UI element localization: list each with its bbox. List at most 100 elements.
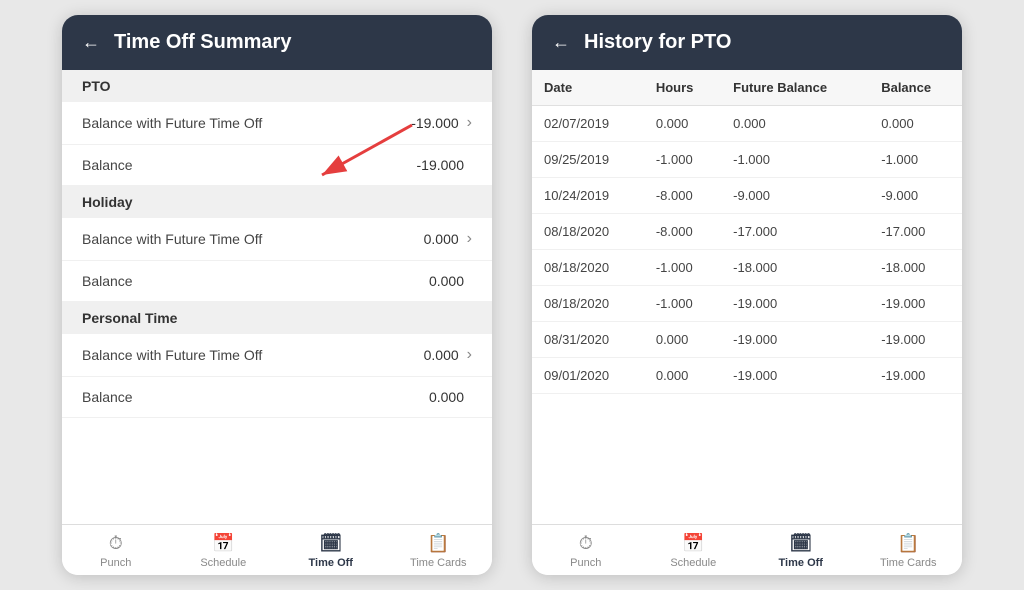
chevron-icon-holiday-bwfto[interactable]: ›: [467, 230, 472, 248]
col-header-hours: Hours: [644, 70, 721, 106]
cell-future_balance-1: -1.000: [721, 142, 869, 178]
cell-hours-4: -1.000: [644, 250, 721, 286]
left-nav-label-timeoff: Time Off: [309, 557, 353, 569]
cell-date-1: 09/25/2019: [532, 142, 644, 178]
cell-hours-6: 0.000: [644, 322, 721, 358]
cell-hours-1: -1.000: [644, 142, 721, 178]
row-label-personal-balance: Balance: [82, 389, 429, 405]
right-nav-label-timecards: Time Cards: [880, 557, 936, 569]
row-label-personal-bwfto: Balance with Future Time Off: [82, 347, 424, 363]
col-header-date: Date: [532, 70, 644, 106]
right-content: DateHoursFuture BalanceBalance02/07/2019…: [532, 70, 962, 524]
table-row: 08/18/2020-1.000-19.000-19.000: [532, 286, 962, 322]
col-header-future-balance: Future Balance: [721, 70, 869, 106]
right-nav-item-timeoff[interactable]: 🗓 Time Off: [747, 525, 855, 575]
left-nav-label-timecards: Time Cards: [410, 557, 466, 569]
right-nav-item-schedule[interactable]: 📅 Schedule: [640, 525, 748, 575]
cell-future_balance-3: -17.000: [721, 214, 869, 250]
left-nav-item-timecards[interactable]: 📋 Time Cards: [385, 525, 493, 575]
cell-future_balance-0: 0.000: [721, 106, 869, 142]
left-phone-wrapper: ← Time Off Summary PTOBalance with Futur…: [62, 15, 492, 575]
cell-hours-2: -8.000: [644, 178, 721, 214]
right-schedule-icon: 📅: [682, 533, 704, 554]
row-holiday-balance: Balance0.000: [62, 261, 492, 302]
table-row: 08/18/2020-8.000-17.000-17.000: [532, 214, 962, 250]
cell-future_balance-5: -19.000: [721, 286, 869, 322]
right-timecards-icon: 📋: [897, 533, 919, 554]
row-value-pto-bwfto: -19.000: [411, 115, 458, 131]
right-back-button[interactable]: ←: [552, 32, 570, 53]
cell-balance-1: -1.000: [869, 142, 962, 178]
row-label-pto-bwfto: Balance with Future Time Off: [82, 115, 411, 131]
right-header-title: History for PTO: [584, 31, 731, 54]
left-nav-label-punch: Punch: [100, 557, 131, 569]
left-back-button[interactable]: ←: [82, 32, 100, 53]
punch-icon: ⏱: [109, 533, 123, 554]
row-label-holiday-bwfto: Balance with Future Time Off: [82, 231, 424, 247]
row-label-pto-balance: Balance: [82, 157, 417, 173]
row-value-personal-balance: 0.000: [429, 389, 464, 405]
cell-balance-5: -19.000: [869, 286, 962, 322]
row-value-holiday-balance: 0.000: [429, 273, 464, 289]
cell-future_balance-6: -19.000: [721, 322, 869, 358]
left-bottom-nav: ⏱ Punch 📅 Schedule 🗓 Time Off 📋 Time Cards: [62, 524, 492, 575]
right-nav-label-schedule: Schedule: [670, 557, 716, 569]
chevron-icon-pto-bwfto[interactable]: ›: [467, 114, 472, 132]
cell-balance-2: -9.000: [869, 178, 962, 214]
right-bottom-nav: ⏱ Punch 📅 Schedule 🗓 Time Off 📋 Time Cards: [532, 524, 962, 575]
table-row: 08/31/20200.000-19.000-19.000: [532, 322, 962, 358]
left-nav-item-timeoff[interactable]: 🗓 Time Off: [277, 525, 385, 575]
right-nav-item-timecards[interactable]: 📋 Time Cards: [855, 525, 963, 575]
left-header-title: Time Off Summary: [114, 31, 291, 54]
cell-hours-0: 0.000: [644, 106, 721, 142]
cell-date-6: 08/31/2020: [532, 322, 644, 358]
left-nav-item-schedule[interactable]: 📅 Schedule: [170, 525, 278, 575]
row-label-holiday-balance: Balance: [82, 273, 429, 289]
right-nav-label-punch: Punch: [570, 557, 601, 569]
right-nav-label-timeoff: Time Off: [779, 557, 823, 569]
table-row: 08/18/2020-1.000-18.000-18.000: [532, 250, 962, 286]
row-personal-bwfto[interactable]: Balance with Future Time Off0.000 ›: [62, 334, 492, 377]
cell-balance-3: -17.000: [869, 214, 962, 250]
cell-balance-4: -18.000: [869, 250, 962, 286]
chevron-icon-personal-bwfto[interactable]: ›: [467, 346, 472, 364]
table-row: 10/24/2019-8.000-9.000-9.000: [532, 178, 962, 214]
left-nav-label-schedule: Schedule: [200, 557, 246, 569]
left-header: ← Time Off Summary: [62, 15, 492, 70]
timecards-icon: 📋: [427, 533, 449, 554]
left-nav-item-punch[interactable]: ⏱ Punch: [62, 525, 170, 575]
right-header: ← History for PTO: [532, 15, 962, 70]
cell-date-3: 08/18/2020: [532, 214, 644, 250]
left-phone-frame: ← Time Off Summary PTOBalance with Futur…: [62, 15, 492, 575]
timeoff-icon: 🗓: [319, 533, 342, 554]
right-nav-item-punch[interactable]: ⏱ Punch: [532, 525, 640, 575]
cell-hours-7: 0.000: [644, 358, 721, 394]
cell-date-5: 08/18/2020: [532, 286, 644, 322]
section-label-personal: Personal Time: [62, 302, 492, 334]
section-label-pto: PTO: [62, 70, 492, 102]
row-value-holiday-bwfto: 0.000: [424, 231, 459, 247]
row-pto-bwfto[interactable]: Balance with Future Time Off-19.000 ›: [62, 102, 492, 145]
cell-future_balance-2: -9.000: [721, 178, 869, 214]
table-row: 02/07/20190.0000.0000.000: [532, 106, 962, 142]
table-row: 09/01/20200.000-19.000-19.000: [532, 358, 962, 394]
row-pto-balance: Balance-19.000: [62, 145, 492, 186]
col-header-balance: Balance: [869, 70, 962, 106]
cell-date-4: 08/18/2020: [532, 250, 644, 286]
cell-future_balance-7: -19.000: [721, 358, 869, 394]
row-holiday-bwfto[interactable]: Balance with Future Time Off0.000 ›: [62, 218, 492, 261]
right-timeoff-icon: 🗓: [789, 533, 812, 554]
cell-date-2: 10/24/2019: [532, 178, 644, 214]
cell-balance-0: 0.000: [869, 106, 962, 142]
row-personal-balance: Balance0.000: [62, 377, 492, 418]
cell-balance-6: -19.000: [869, 322, 962, 358]
left-content: PTOBalance with Future Time Off-19.000›B…: [62, 70, 492, 524]
right-punch-icon: ⏱: [579, 533, 593, 554]
table-row: 09/25/2019-1.000-1.000-1.000: [532, 142, 962, 178]
cell-hours-5: -1.000: [644, 286, 721, 322]
section-label-holiday: Holiday: [62, 186, 492, 218]
row-value-personal-bwfto: 0.000: [424, 347, 459, 363]
schedule-icon: 📅: [212, 533, 234, 554]
right-phone-frame: ← History for PTO DateHoursFuture Balanc…: [532, 15, 962, 575]
cell-date-0: 02/07/2019: [532, 106, 644, 142]
